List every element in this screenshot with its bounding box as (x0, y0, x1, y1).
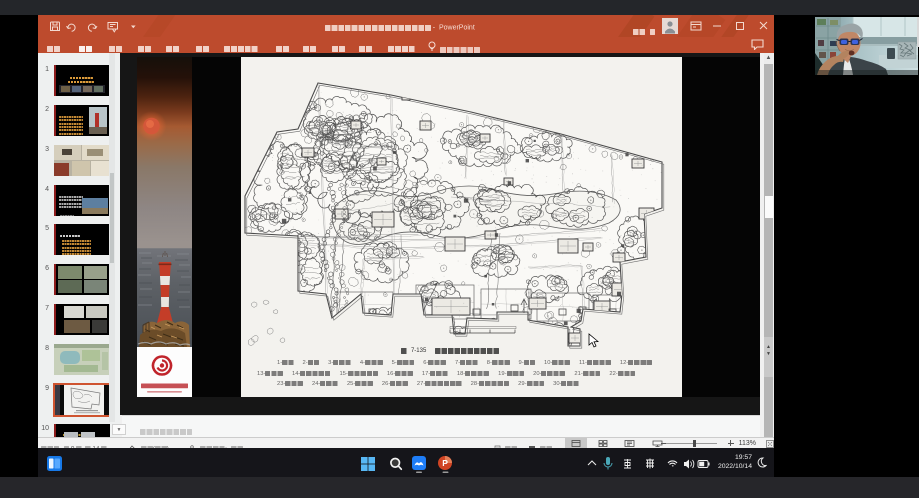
svg-text:P: P (442, 458, 448, 468)
